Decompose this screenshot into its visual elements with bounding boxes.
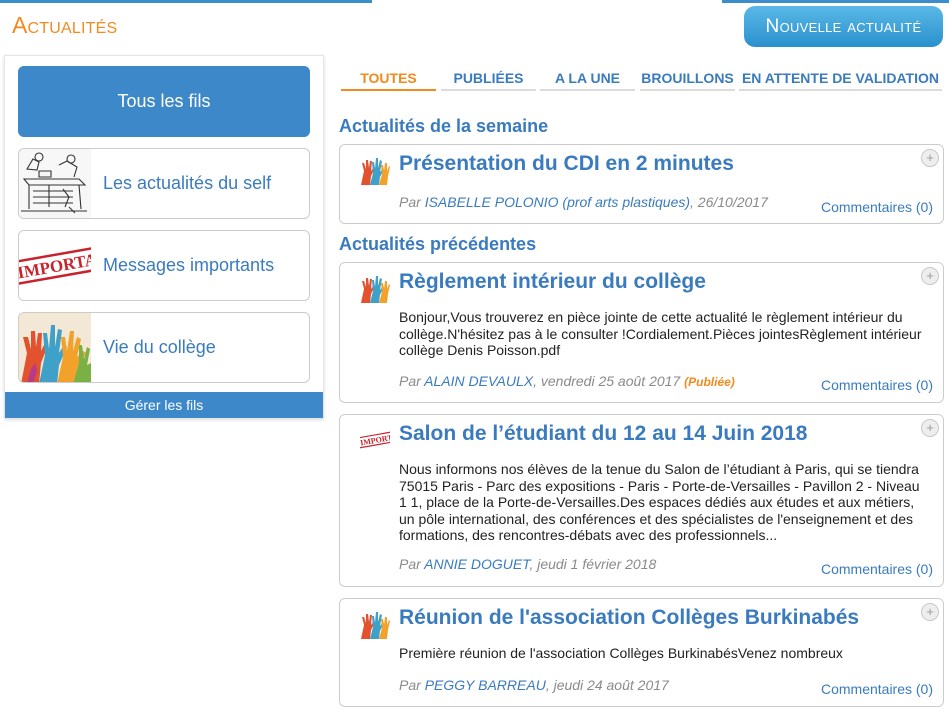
thread-all[interactable]: Tous les fils	[18, 66, 310, 137]
thread-label: Les actualités du self	[103, 173, 272, 193]
thread-label: Messages importants	[103, 255, 275, 275]
thread-important-messages[interactable]: IMPORTANT Messages importants	[18, 230, 310, 301]
news-date: , jeudi 24 août 2017	[545, 677, 669, 693]
news-date: , vendredi 25 août 2017	[533, 373, 685, 389]
tab-all[interactable]: TOUTES	[341, 70, 436, 91]
news-meta: Par ALAIN DEVAULX, vendredi 25 août 2017…	[399, 373, 735, 389]
threads-sidebar: Tous les fils Les actualités du self IMP…	[4, 55, 324, 419]
author-link[interactable]: ISABELLE POLONIO (prof arts plastiques)	[425, 194, 690, 210]
plus-icon[interactable]: +	[921, 603, 939, 621]
thread-label: Vie du collège	[103, 337, 216, 357]
raised-hands-icon	[360, 155, 390, 185]
author-link[interactable]: ALAIN DEVAULX	[424, 373, 533, 389]
section-title-previous: Actualités précédentes	[339, 234, 537, 254]
plus-icon[interactable]: +	[921, 267, 939, 285]
thread-label: Tous les fils	[117, 91, 211, 111]
news-date: , jeudi 1 février 2018	[529, 556, 657, 572]
news-body: Bonjour,Vous trouverez en pièce jointe d…	[399, 309, 922, 358]
news-date: , 26/10/2017	[690, 194, 768, 210]
comments-link[interactable]: Commentaires (0)	[821, 377, 933, 393]
canteen-sketch-icon	[19, 149, 91, 218]
news-meta: Par ISABELLE POLONIO (prof arts plastiqu…	[399, 194, 768, 210]
new-news-button[interactable]: Nouvelle actualité	[744, 6, 943, 47]
plus-icon[interactable]: +	[921, 149, 939, 167]
important-stamp-icon: IMPORTANT	[19, 231, 122, 300]
tab-pending-validation[interactable]: EN ATTENTE DE VALIDATION	[739, 70, 942, 91]
tab-published[interactable]: PUBLIÉES	[441, 70, 536, 91]
thread-school-life[interactable]: Vie du collège	[18, 312, 310, 383]
status-badge: (Publiée)	[684, 375, 735, 389]
top-accent-bar	[0, 0, 372, 3]
top-accent-bar-right	[722, 0, 949, 3]
raised-hands-icon	[360, 609, 390, 639]
news-title[interactable]: Présentation du CDI en 2 minutes	[399, 152, 734, 176]
comments-link[interactable]: Commentaires (0)	[821, 199, 933, 215]
manage-threads-button[interactable]: Gérer les fils	[5, 392, 323, 418]
news-title[interactable]: Réunion de l'association Collèges Burkin…	[399, 606, 859, 630]
comments-link[interactable]: Commentaires (0)	[821, 681, 933, 697]
news-card: Réunion de l'association Collèges Burkin…	[339, 598, 944, 707]
news-title[interactable]: Salon de l’étudiant du 12 au 14 Juin 201…	[399, 422, 807, 446]
section-title-week: Actualités de la semaine	[339, 116, 549, 136]
news-card: Présentation du CDI en 2 minutes Par ISA…	[339, 144, 944, 224]
news-title[interactable]: Règlement intérieur du collège	[399, 270, 706, 294]
author-link[interactable]: ANNIE DOGUET	[424, 556, 529, 572]
news-card: Règlement intérieur du collège Bonjour,V…	[339, 262, 944, 403]
news-body: Nous informons nos élèves de la tenue du…	[399, 461, 920, 543]
important-stamp-icon: IMPORTANT	[356, 425, 410, 455]
tab-headline[interactable]: A LA UNE	[540, 70, 635, 91]
raised-hands-icon	[360, 273, 390, 303]
news-meta: Par ANNIE DOGUET, jeudi 1 février 2018	[399, 556, 657, 572]
comments-link[interactable]: Commentaires (0)	[821, 561, 933, 577]
news-meta: Par PEGGY BARREAU, jeudi 24 août 2017	[399, 677, 669, 693]
news-body: Première réunion de l'association Collèg…	[399, 645, 843, 661]
thread-self-news[interactable]: Les actualités du self	[18, 148, 310, 219]
page-title: Actualités	[12, 12, 118, 38]
plus-icon[interactable]: +	[921, 419, 939, 437]
news-card: IMPORTANT Salon de l’étudiant du 12 au 1…	[339, 414, 944, 587]
raised-hands-icon	[19, 313, 91, 382]
author-link[interactable]: PEGGY BARREAU	[425, 677, 546, 693]
tab-drafts[interactable]: BROUILLONS	[640, 70, 735, 91]
